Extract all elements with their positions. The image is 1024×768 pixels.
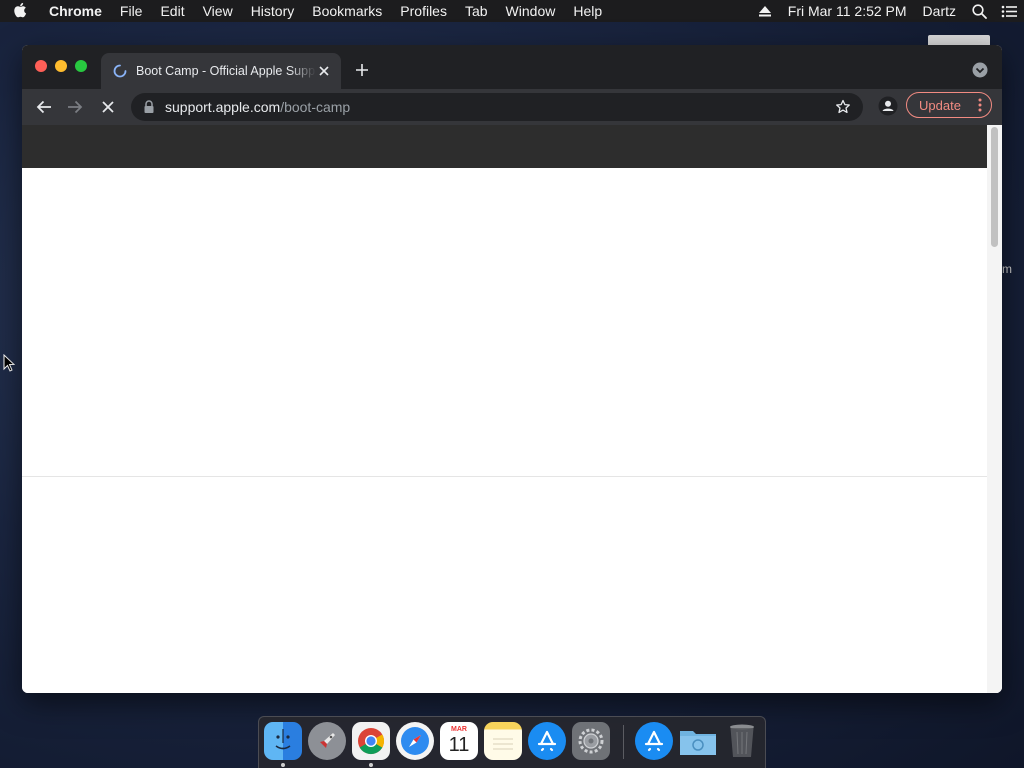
update-button[interactable]: Update [906,92,992,118]
profile-avatar-icon[interactable] [878,96,898,116]
back-arrow-icon[interactable] [34,97,54,117]
window-close-button[interactable] [35,60,47,72]
lock-icon[interactable] [143,100,155,114]
apple-icon [13,2,27,21]
dock-finder-icon[interactable] [264,722,302,760]
content-divider [22,476,987,477]
calendar-month-label: MAR [451,726,467,733]
menu-view[interactable]: View [194,0,242,22]
browser-toolbar: support.apple.com/boot-camp [22,89,1002,125]
site-global-header [22,125,987,168]
stop-loading-icon[interactable] [98,97,118,117]
page-viewport[interactable] [22,125,1002,693]
dock-downloads-folder-icon[interactable] [679,722,717,760]
address-bar[interactable]: support.apple.com/boot-camp [131,93,863,121]
tab-strip: Boot Camp - Official Apple Support [22,45,1002,89]
window-minimize-button[interactable] [55,60,67,72]
menu-bar: Chrome File Edit View History Bookmarks … [0,0,1024,22]
more-menu-kebab-icon[interactable] [977,98,983,112]
spotlight-search-icon[interactable] [964,0,994,22]
menu-history[interactable]: History [242,0,304,22]
chrome-window: Boot Camp - Official Apple Support suppo… [22,45,1002,693]
menu-edit[interactable]: Edit [151,0,193,22]
loading-spinner-icon [113,64,127,78]
menu-bookmarks[interactable]: Bookmarks [303,0,391,22]
update-button-label: Update [919,97,961,113]
desktop-file-label[interactable]: m [1002,262,1012,276]
menu-file[interactable]: File [111,0,152,22]
address-url: support.apple.com/boot-camp [165,99,350,115]
dock-chrome-running-indicator [369,763,373,767]
forward-arrow-icon[interactable] [65,97,85,117]
menu-bar-clock[interactable]: Fri Mar 11 2:52 PM [780,0,915,22]
dock-notes-icon[interactable] [484,722,522,760]
menu-app-chrome[interactable]: Chrome [40,0,111,22]
dock-trash-icon[interactable] [723,722,761,760]
menu-bar-user[interactable]: Dartz [915,0,964,22]
dock-system-preferences-icon[interactable] [572,722,610,760]
tab-close-icon[interactable] [317,64,331,78]
window-zoom-button[interactable] [75,60,87,72]
dock: MAR 11 [258,716,766,768]
url-host: support.apple.com [165,99,281,115]
url-path: /boot-camp [280,99,351,115]
dock-separator [623,725,624,759]
eject-icon[interactable] [750,0,780,22]
tab-search-chevron-icon[interactable] [972,62,988,78]
menu-window[interactable]: Window [497,0,565,22]
dock-calendar-icon[interactable]: MAR 11 [440,722,478,760]
menu-help[interactable]: Help [564,0,611,22]
apple-menu[interactable] [0,2,40,21]
scrollbar-thumb[interactable] [991,127,998,247]
mouse-pointer-icon [3,353,16,377]
dock-chrome-icon[interactable] [352,722,390,760]
menu-profiles[interactable]: Profiles [391,0,456,22]
tab-boot-camp[interactable]: Boot Camp - Official Apple Support [101,53,341,89]
dock-finder-running-indicator [281,763,285,767]
tab-title: Boot Camp - Official Apple Support [136,64,316,78]
dock-app-store-icon[interactable] [528,722,566,760]
calendar-day-label: 11 [448,734,470,756]
dock-app-store-download-icon[interactable] [635,722,673,760]
new-tab-plus-icon[interactable] [353,61,371,79]
menu-tab[interactable]: Tab [456,0,497,22]
control-center-icon[interactable] [994,0,1024,22]
dock-safari-icon[interactable] [396,722,434,760]
dock-launchpad-icon[interactable] [308,722,346,760]
menu-bar-status-area: Fri Mar 11 2:52 PM Dartz [750,0,1024,22]
bookmark-star-icon[interactable] [835,99,851,115]
